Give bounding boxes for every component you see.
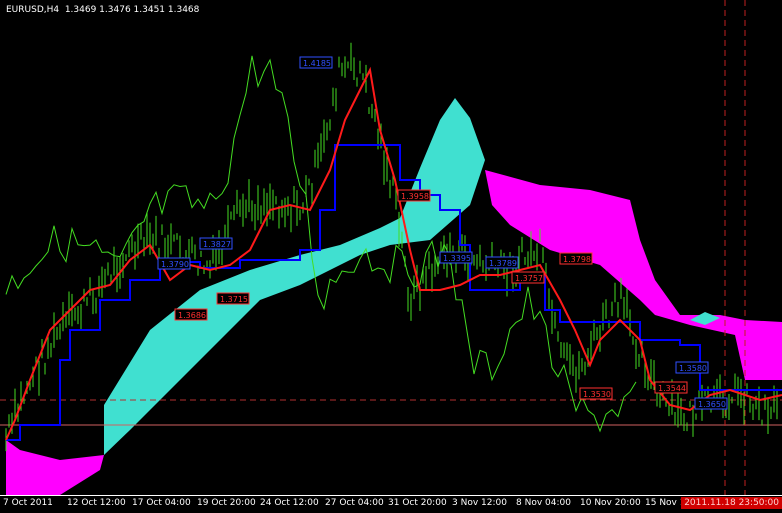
svg-text:1.3650: 1.3650 (698, 400, 726, 409)
price-label: 1.3789 (485, 256, 519, 269)
price-label: 1.3790 (157, 257, 191, 270)
cloud-bear-left (6, 440, 104, 495)
price-label: 1.4185 (299, 56, 333, 69)
time-tick: 24 Oct 12:00 (260, 498, 319, 508)
svg-text:1.3395: 1.3395 (443, 254, 471, 263)
svg-text:1.4185: 1.4185 (303, 59, 331, 68)
chart-header: EURUSD,H4 1.3469 1.3476 1.3451 1.3468 (6, 5, 200, 15)
price-label: 1.3650 (694, 397, 728, 410)
svg-text:1.3757: 1.3757 (515, 274, 543, 283)
price-label: 1.3530 (579, 387, 613, 400)
price-label: 1.3544 (654, 381, 688, 394)
time-tick: 3 Nov 12:00 (452, 498, 507, 508)
time-tick: 31 Oct 20:00 (388, 498, 447, 508)
time-tick: 27 Oct 04:00 (325, 498, 384, 508)
current-time-badge: 2011.11.18 23:50:00 (681, 497, 782, 509)
time-tick: 12 Oct 12:00 (67, 498, 126, 508)
time-tick: 10 Nov 20:00 (580, 498, 641, 508)
svg-text:1.3530: 1.3530 (583, 390, 611, 399)
time-tick: 19 Oct 20:00 (197, 498, 256, 508)
svg-text:1.3789: 1.3789 (489, 259, 517, 268)
price-label: 1.3757 (511, 271, 545, 284)
svg-text:1.3580: 1.3580 (679, 364, 707, 373)
time-axis: 7 Oct 2011 12 Oct 12:00 17 Oct 04:00 19 … (0, 495, 782, 513)
time-tick: 8 Nov 04:00 (516, 498, 571, 508)
svg-text:1.3544: 1.3544 (658, 384, 686, 393)
chart-window[interactable]: 1.4185 1.3958 1.3827 1.3798 1.3790 1.3789 1.37… (0, 0, 782, 513)
price-plot[interactable]: 1.4185 1.3958 1.3827 1.3798 1.3790 1.3789 1.37… (0, 0, 782, 495)
time-tick: 7 Oct 2011 (3, 498, 53, 508)
svg-text:1.3715: 1.3715 (220, 295, 248, 304)
svg-text:1.3798: 1.3798 (563, 255, 591, 264)
price-label: 1.3958 (397, 189, 431, 202)
svg-text:1.3790: 1.3790 (161, 260, 189, 269)
svg-text:1.3686: 1.3686 (178, 311, 206, 320)
price-label: 1.3798 (559, 252, 593, 265)
price-label: 1.3580 (675, 361, 709, 374)
price-label: 1.3686 (174, 308, 208, 321)
time-tick: 17 Oct 04:00 (132, 498, 191, 508)
cloud-bull-main (104, 98, 485, 455)
price-label: 1.3827 (199, 237, 233, 250)
svg-text:1.3827: 1.3827 (203, 240, 231, 249)
price-label: 1.3395 (439, 251, 473, 264)
price-label: 1.3715 (216, 292, 250, 305)
svg-text:1.3958: 1.3958 (401, 192, 429, 201)
